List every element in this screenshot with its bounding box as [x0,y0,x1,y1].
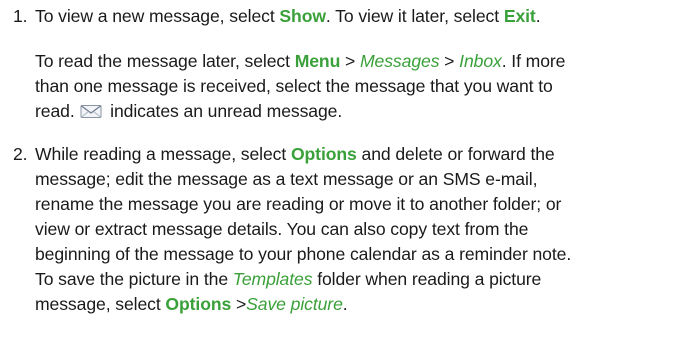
text-run: To view a new message, select [35,6,280,26]
menu-path-label: Messages [360,51,440,71]
text-run: and delete or forward the [356,144,555,164]
text-run: To read the message later, select [35,51,295,71]
text-run: view or extract message details. You can… [35,219,529,239]
text-line: view or extract message details. You can… [35,217,673,242]
text-line: To view a new message, select Show. To v… [35,4,673,29]
text-line: message, select Options >Save picture. [35,292,673,317]
softkey-label: Show [279,6,326,26]
text-run: . To view it later, select [325,6,504,26]
step-2-paragraph-1: While reading a message, select Options … [35,142,673,317]
text-run: > [439,51,460,71]
text-run: folder when reading a picture [312,269,542,289]
step-number: 1. [13,6,28,26]
menu-path-label: Inbox [459,51,502,71]
menu-path-label: Save picture [246,294,343,314]
text-run: indicates an unread message. [105,101,343,121]
text-line: message; edit the message as a text mess… [35,167,673,192]
text-line: While reading a message, select Options … [35,142,673,167]
softkey-label: Options [290,144,357,164]
text-run: beginning of the message to your phone c… [35,244,572,264]
text-run: read. [35,101,80,121]
step-number: 2. [13,144,28,164]
softkey-label: Exit [503,6,536,26]
text-run: While reading a message, select [35,144,291,164]
manual-page: 1. To view a new message, select Show. T… [0,0,675,339]
text-run: message; edit the message as a text mess… [35,169,538,189]
text-line: rename the message you are reading or mo… [35,192,673,217]
text-run: . [535,6,541,26]
menu-path-label: Templates [232,269,313,289]
text-run: than one message is received, select the… [35,76,553,96]
text-line: read. indicates an unread message. [35,99,673,124]
step-1-paragraph-2: To read the message later, select Menu >… [35,49,673,124]
text-line: To save the picture in the Templates fol… [35,267,673,292]
step-1-paragraph-1: To view a new message, select Show. To v… [35,4,673,29]
text-run: . If more [501,51,566,71]
text-run: To save the picture in the [35,269,233,289]
softkey-label: Menu [294,51,341,71]
text-run: > [231,294,247,314]
text-run: > [340,51,360,71]
envelope-icon [80,101,102,126]
softkey-label: Options [165,294,232,314]
text-run: message, select [35,294,166,314]
text-run: . [342,294,348,314]
text-line: To read the message later, select Menu >… [35,49,673,74]
text-line: than one message is received, select the… [35,74,673,99]
text-line: beginning of the message to your phone c… [35,242,673,267]
text-run: rename the message you are reading or mo… [35,194,562,214]
